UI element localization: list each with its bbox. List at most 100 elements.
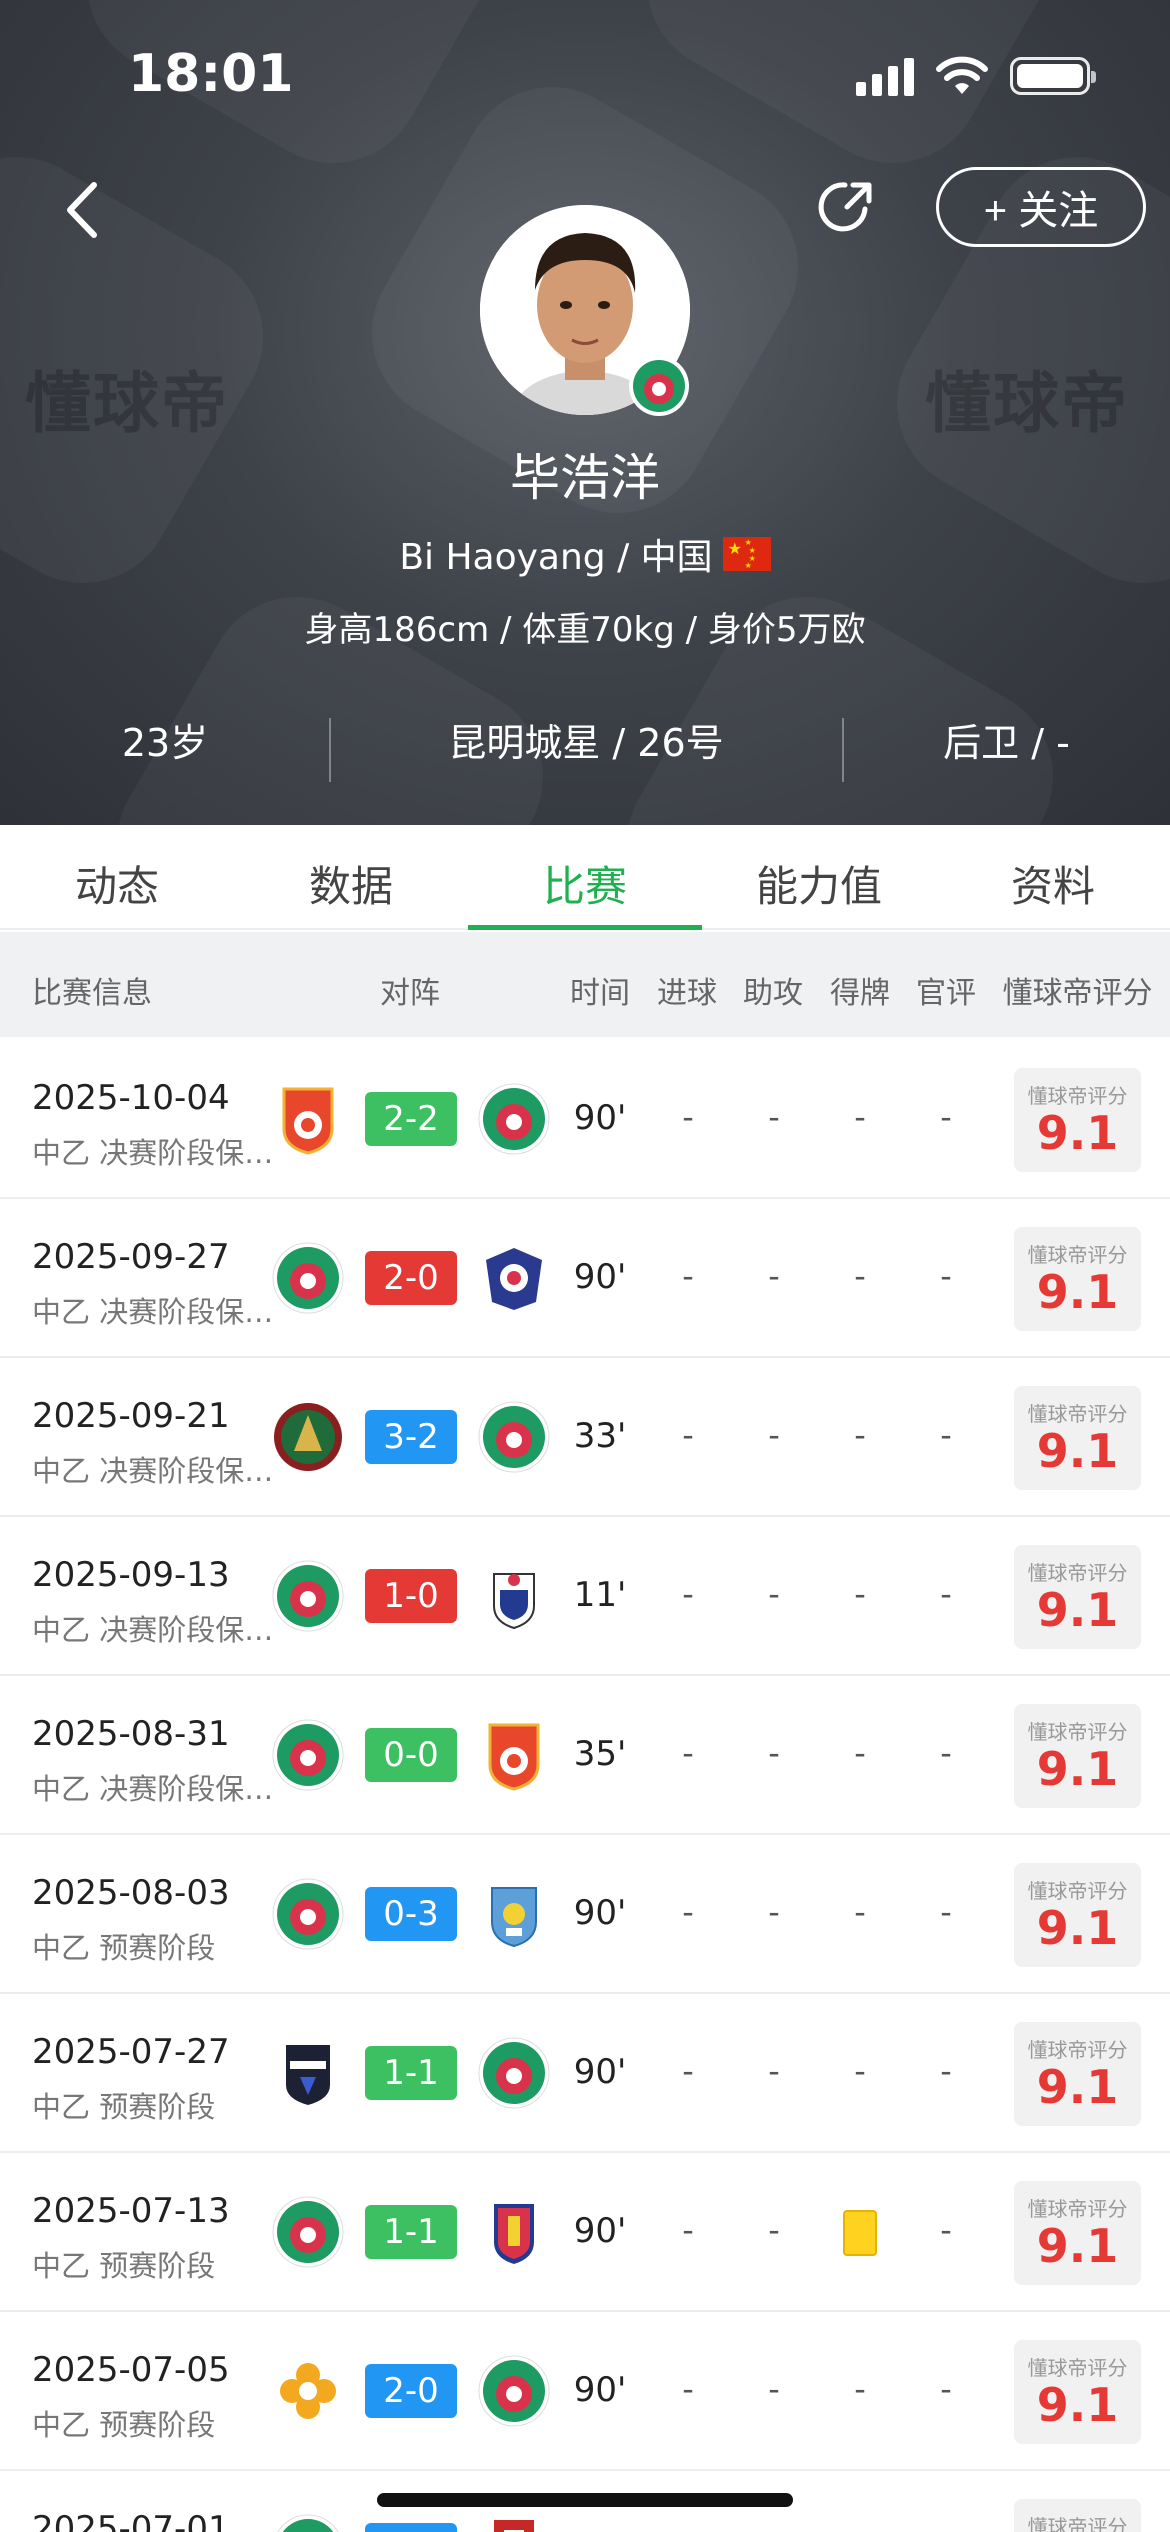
kunming-city-badge-icon <box>272 1560 344 1632</box>
match-official: - <box>940 1257 952 1295</box>
kunming-city-badge-icon <box>478 2037 550 2109</box>
header-assists: 助攻 <box>743 976 803 1011</box>
rating-value: 9.1 <box>1036 1265 1119 1319</box>
match-assists: - <box>768 1734 780 1772</box>
dqd-rating-box[interactable]: 懂球帝评分 9.1 <box>1014 1863 1141 1967</box>
back-arrow-icon[interactable] <box>50 175 120 245</box>
dqd-rating-box[interactable]: 懂球帝评分 9.1 <box>1014 1704 1141 1808</box>
dqd-rating-box[interactable]: 懂球帝评分 9.1 <box>1014 2340 1141 2444</box>
status-bar: 18:01 <box>0 0 1170 150</box>
rating-label: 懂球帝评分 <box>1027 1402 1128 1426</box>
match-official: - <box>940 1416 952 1454</box>
tab-matches[interactable]: 比赛 <box>468 853 702 914</box>
yellow-card-icon <box>843 2210 877 2256</box>
match-row[interactable]: 2025-08-03 中乙 预赛阶段 0-3 90' - - - - 懂球帝评分 9.1 <box>0 1835 1170 1994</box>
dqd-rating-box[interactable]: 懂球帝评分 9.1 <box>1014 1068 1141 1172</box>
player-club-number[interactable]: 昆明城星 / 26号 <box>330 712 842 767</box>
signal-icon <box>856 56 914 96</box>
match-minutes: 90' <box>573 2370 627 2410</box>
match-date: 2025-09-27 <box>32 1237 230 1277</box>
rating-label: 懂球帝评分 <box>1027 2038 1128 2062</box>
tab-ability[interactable]: 能力值 <box>702 853 936 914</box>
match-date: 2025-07-05 <box>32 2350 230 2390</box>
match-assists: - <box>768 2211 780 2249</box>
tab-data[interactable]: 数据 <box>234 853 468 914</box>
match-minutes: 90' <box>573 2052 627 2092</box>
tab-bar: 动态 数据 比赛 能力值 资料 <box>0 825 1170 930</box>
red-blue-shield-badge-icon <box>494 2204 534 2264</box>
red-block-badge-icon <box>494 2520 534 2532</box>
rating-label: 懂球帝评分 <box>1027 2197 1128 2221</box>
match-official: - <box>940 1098 952 1136</box>
kunming-city-badge-icon <box>277 2514 339 2532</box>
dqd-rating-box[interactable]: 懂球帝评分 9.1 <box>1014 1227 1141 1331</box>
match-row[interactable]: 2025-09-13 中乙 决赛阶段保级组 1-0 11' - - - - 懂球帝评分 9.1 <box>0 1517 1170 1676</box>
player-body-info: 身高186cm / 体重70kg / 身价5万欧 <box>304 610 866 650</box>
kunming-city-badge-icon <box>272 1719 344 1791</box>
rating-value: 9.1 <box>1036 1742 1119 1796</box>
shanxi-badge-icon <box>488 1723 540 1791</box>
china-flag-icon: ★ ★ ★ ★ ★ <box>722 537 771 571</box>
home-indicator[interactable] <box>377 2493 793 2507</box>
shield-club-badge-icon <box>493 1573 535 1630</box>
match-goals: - <box>682 1734 694 1772</box>
match-row[interactable]: 2025-07-05 中乙 预赛阶段 2-0 90' - - - - 懂球帝评分 9.1 <box>0 2312 1170 2471</box>
match-cards: - <box>854 2052 866 2090</box>
watermark-left: 懂球帝 <box>25 365 229 442</box>
match-competition: 中乙 决赛阶段保级组 <box>32 1772 277 1806</box>
match-goals: - <box>682 1257 694 1295</box>
blue-shield-badge-icon <box>491 1887 537 1948</box>
dqd-rating-box[interactable]: 懂球帝评分 9.1 <box>1014 2022 1141 2126</box>
match-row[interactable]: 2025-09-27 中乙 决赛阶段保级组 2-0 90' - - - - 懂球帝评分 9.1 <box>0 1199 1170 1358</box>
match-official: - <box>940 2052 952 2090</box>
match-goals: - <box>682 1893 694 1931</box>
rating-value: 9.1 <box>1036 2378 1119 2432</box>
match-score: 1-0 <box>365 1569 457 1623</box>
rating-value: 9.1 <box>1036 2219 1119 2273</box>
match-date: 2025-07-01 <box>32 2509 230 2532</box>
match-assists: - <box>768 1257 780 1295</box>
kunming-city-badge-icon <box>272 1242 344 1314</box>
match-row[interactable]: 2025-07-13 中乙 预赛阶段 1-1 90' - - - 懂球帝评分 9.1 <box>0 2153 1170 2312</box>
rating-label: 懂球帝评分 <box>1027 1084 1128 1108</box>
match-cards: - <box>854 1257 866 1295</box>
match-row[interactable]: 2025-08-31 中乙 决赛阶段保级组 0-0 35' - - - - 懂球帝评分 9.1 <box>0 1676 1170 1835</box>
header-dqd-rating: 懂球帝评分 <box>1002 976 1153 1011</box>
tab-feed[interactable]: 动态 <box>0 853 234 914</box>
match-row[interactable]: 2025-09-21 中乙 决赛阶段保级组 3-2 33' - - - - 懂球帝评分 9.1 <box>0 1358 1170 1517</box>
dqd-rating-box[interactable]: 懂球帝评分 9.1 <box>1014 1386 1141 1490</box>
dqd-rating-box[interactable]: 懂球帝评分 9.1 <box>1014 1545 1141 1649</box>
match-row[interactable]: 2025-10-04 中乙 决赛阶段保级组 2-2 90' - - - - 懂球帝评分 9.1 <box>0 1040 1170 1199</box>
match-date: 2025-08-03 <box>32 1873 230 1913</box>
match-score: 1-1 <box>365 2205 457 2259</box>
rating-value: 9.1 <box>1036 1106 1119 1160</box>
rating-label: 懂球帝评分 <box>1027 2515 1128 2532</box>
match-assists: - <box>768 1893 780 1931</box>
follow-button[interactable]: + 关注 <box>936 167 1146 247</box>
match-assists: - <box>768 1575 780 1613</box>
match-minutes: 11' <box>573 1575 627 1615</box>
dqd-rating-box[interactable]: 懂球帝评分 <box>1014 2499 1141 2532</box>
green-tree-badge-icon <box>274 1403 342 1471</box>
player-en-name: Bi Haoyang / 中国 <box>399 537 713 578</box>
tab-profile[interactable]: 资料 <box>936 853 1170 914</box>
match-score: 0-3 <box>365 1887 457 1941</box>
share-icon[interactable] <box>815 175 879 239</box>
rating-label: 懂球帝评分 <box>1027 2356 1128 2380</box>
match-minutes: 35' <box>573 1734 627 1774</box>
match-row[interactable]: 2025-07-27 中乙 预赛阶段 1-1 90' - - - - 懂球帝评分 9.1 <box>0 1994 1170 2153</box>
match-score <box>365 2523 457 2532</box>
header-time: 时间 <box>570 976 630 1011</box>
match-goals: - <box>682 2211 694 2249</box>
match-competition: 中乙 决赛阶段保级组 <box>32 1295 277 1329</box>
match-competition: 中乙 决赛阶段保级组 <box>32 1136 277 1170</box>
match-date: 2025-09-13 <box>32 1555 230 1595</box>
player-en-name-row: Bi Haoyang / 中国 ★ ★ ★ ★ ★ <box>0 528 1170 580</box>
match-score: 3-2 <box>365 1410 457 1464</box>
match-score: 2-0 <box>365 2364 457 2418</box>
player-stats-row: 23岁 昆明城星 / 26号 后卫 / - <box>0 712 1170 782</box>
dqd-rating-box[interactable]: 懂球帝评分 9.1 <box>1014 2181 1141 2285</box>
match-minutes: 90' <box>573 1893 627 1933</box>
kunming-city-badge-icon <box>272 1878 344 1950</box>
match-date: 2025-07-27 <box>32 2032 230 2072</box>
